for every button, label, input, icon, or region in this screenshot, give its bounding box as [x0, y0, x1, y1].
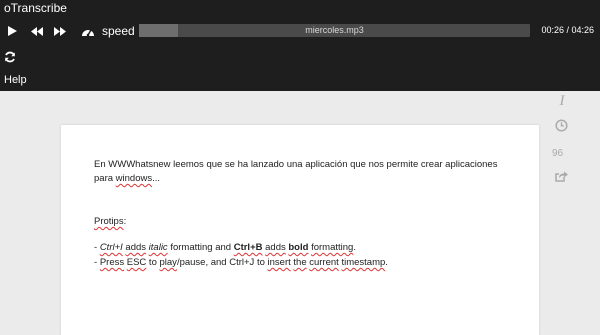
play-icon: [7, 26, 17, 36]
ctrl-b-text: Ctrl+B: [233, 242, 263, 253]
export-button[interactable]: [555, 170, 569, 188]
sync-button[interactable]: [4, 50, 16, 63]
refresh-icon: [5, 51, 15, 63]
transcript-paragraph[interactable]: En WWWhatsnew leemos que se ha lanzado u…: [94, 158, 504, 186]
fast-forward-icon: [54, 26, 66, 36]
spellcheck-word: windows: [115, 173, 153, 184]
help-menu[interactable]: Help: [4, 73, 27, 87]
fast-forward-button[interactable]: [53, 22, 67, 40]
export-icon: [555, 171, 568, 182]
protips-heading: Protips:: [94, 216, 127, 227]
speed-button[interactable]: [80, 22, 96, 40]
play-button[interactable]: [6, 22, 18, 40]
tip-formatting: - Ctrl+I adds italic formatting and Ctrl…: [94, 242, 356, 253]
word-count: 96: [552, 148, 564, 159]
app-title: oTranscribe: [4, 1, 67, 15]
ctrl-i-text: Ctrl+I: [99, 242, 123, 253]
clock-icon: [555, 119, 568, 132]
top-toolbar: oTranscribe speed miercoles.mp3 00:26 / …: [0, 0, 600, 91]
timestamp-button[interactable]: [555, 119, 568, 137]
rewind-icon: [31, 26, 43, 36]
audio-filename: miercoles.mp3: [305, 25, 364, 35]
transcript-editor[interactable]: En WWWhatsnew leemos que se ha lanzado u…: [61, 125, 539, 335]
speedometer-icon: [82, 29, 94, 36]
rewind-button[interactable]: [30, 22, 44, 40]
time-display: 00:26 / 04:26: [541, 25, 594, 35]
speed-label[interactable]: speed: [102, 23, 135, 39]
tip-shortcuts: - Press ESC to play/pause, and Ctrl+J to…: [94, 257, 388, 268]
progress-bar[interactable]: miercoles.mp3: [139, 24, 530, 37]
italic-icon[interactable]: I: [555, 93, 569, 110]
